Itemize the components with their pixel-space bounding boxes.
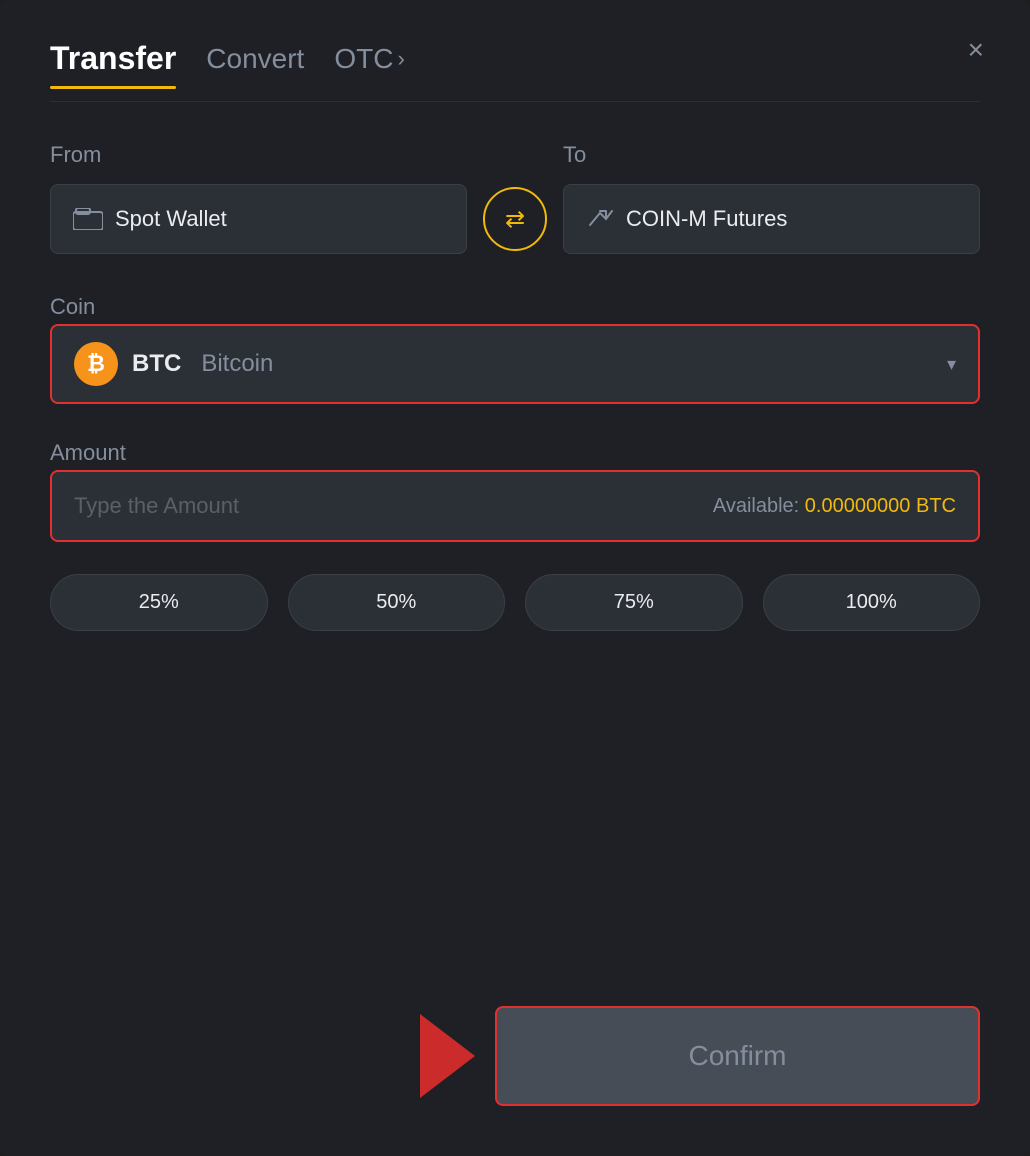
percent-75-button[interactable]: 75%	[525, 574, 743, 631]
from-wallet-selector[interactable]: Spot Wallet	[50, 184, 467, 254]
header-tabs: Transfer Convert OTC › ×	[50, 40, 980, 89]
to-wallet-selector[interactable]: COIN-M Futures	[563, 184, 980, 254]
from-wallet-label: Spot Wallet	[115, 206, 227, 232]
coin-section: Coin ₿ BTC Bitcoin ▾	[50, 294, 980, 404]
arrow-container	[50, 1014, 495, 1098]
to-wallet-label: COIN-M Futures	[626, 206, 787, 232]
otc-chevron-icon: ›	[397, 46, 404, 72]
from-to-section: From Spot Wallet ⇄ To COIN-M Futures	[50, 142, 980, 254]
percent-buttons: 25% 50% 75% 100%	[50, 574, 980, 631]
swap-button[interactable]: ⇄	[483, 187, 547, 251]
from-label: From	[50, 142, 467, 168]
confirm-section: Confirm	[50, 986, 980, 1106]
close-button[interactable]: ×	[968, 36, 984, 64]
swap-icon: ⇄	[505, 205, 525, 234]
tab-convert[interactable]: Convert	[206, 43, 304, 87]
available-text: Available: 0.00000000 BTC	[713, 495, 956, 518]
confirm-button[interactable]: Confirm	[495, 1006, 980, 1106]
amount-placeholder: Type the Amount	[74, 493, 239, 519]
from-column: From Spot Wallet	[50, 142, 467, 254]
available-value: 0.00000000 BTC	[805, 495, 956, 517]
futures-icon	[586, 205, 614, 233]
percent-25-button[interactable]: 25%	[50, 574, 268, 631]
wallet-icon	[73, 208, 103, 230]
transfer-modal: Transfer Convert OTC › × From Spot Walle…	[0, 0, 1030, 1156]
header-divider	[50, 101, 980, 102]
coin-label: Coin	[50, 294, 980, 320]
percent-50-button[interactable]: 50%	[288, 574, 506, 631]
coin-symbol: BTC	[132, 350, 181, 378]
amount-section: Amount Type the Amount Available: 0.0000…	[50, 440, 980, 542]
amount-label: Amount	[50, 440, 980, 466]
arrow-right-icon	[420, 1014, 475, 1098]
tab-transfer[interactable]: Transfer	[50, 40, 176, 89]
btc-icon: ₿	[74, 342, 118, 386]
to-label: To	[563, 142, 980, 168]
coin-chevron-icon: ▾	[947, 354, 956, 375]
tab-otc[interactable]: OTC ›	[334, 43, 404, 87]
percent-100-button[interactable]: 100%	[763, 574, 981, 631]
coin-name: Bitcoin	[201, 350, 273, 378]
to-column: To COIN-M Futures	[563, 142, 980, 254]
coin-selector[interactable]: ₿ BTC Bitcoin ▾	[50, 324, 980, 404]
available-label: Available:	[713, 495, 799, 517]
amount-input-box[interactable]: Type the Amount Available: 0.00000000 BT…	[50, 470, 980, 542]
